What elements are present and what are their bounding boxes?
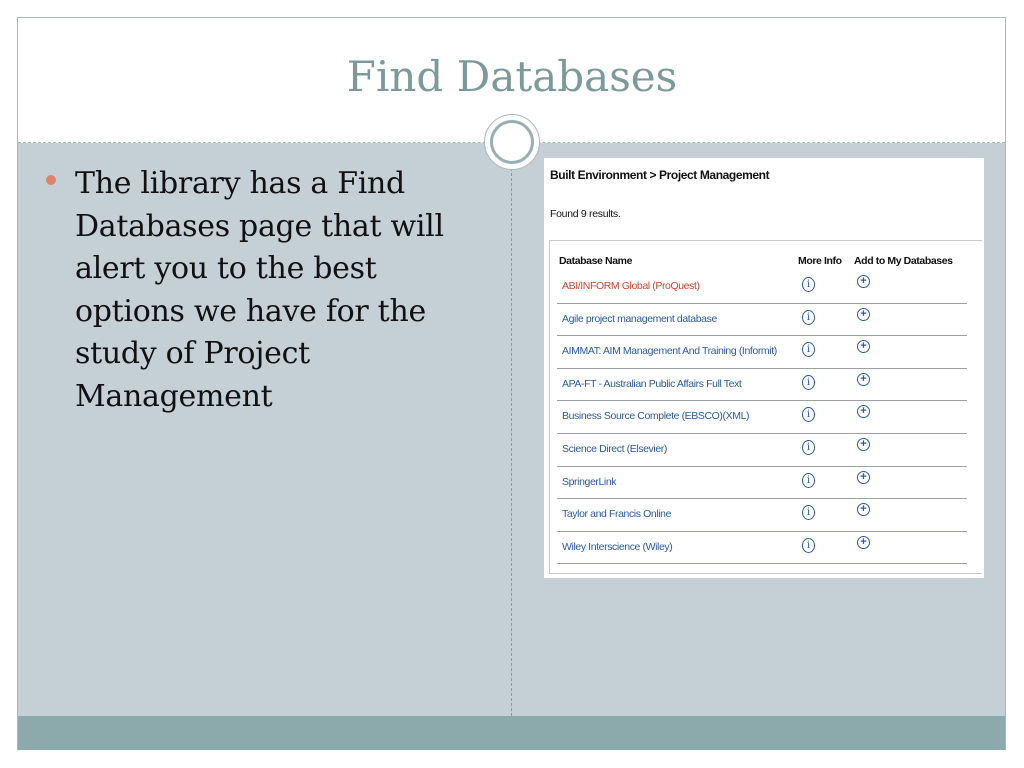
add-circle-icon[interactable]: + (857, 535, 870, 549)
database-link[interactable]: AIMMAT: AIM Management And Training (Inf… (562, 345, 777, 357)
table-row: AIMMAT: AIM Management And Training (Inf… (557, 335, 967, 369)
table-row: APA-FT - Australian Public Affairs Full … (557, 368, 967, 402)
database-link[interactable]: ABI/INFORM Global (ProQuest) (562, 280, 700, 292)
circle-ornament (484, 114, 540, 170)
add-circle-icon[interactable]: + (857, 340, 870, 354)
table-row: Wiley Interscience (Wiley) i + (557, 531, 967, 565)
footer-band (18, 716, 1005, 750)
database-link[interactable]: Science Direct (Elsevier) (562, 443, 667, 455)
add-circle-icon[interactable]: + (857, 438, 870, 451)
database-link[interactable]: SpringerLink (562, 476, 617, 488)
database-link[interactable]: Business Source Complete (EBSCO)(XML) (562, 410, 750, 422)
table-row: Business Source Complete (EBSCO)(XML) i + (557, 400, 967, 434)
info-icon[interactable]: i (802, 309, 815, 325)
info-icon[interactable]: i (802, 440, 815, 455)
database-link[interactable]: Taylor and Francis Online (562, 508, 671, 520)
add-circle-icon[interactable]: + (857, 405, 870, 419)
column-header-info: More Info (798, 255, 842, 267)
database-link[interactable]: APA-FT - Australian Public Affairs Full … (562, 378, 742, 390)
database-link[interactable]: Wiley Interscience (Wiley) (562, 541, 673, 553)
info-icon[interactable]: i (802, 472, 815, 488)
add-circle-icon[interactable]: + (857, 307, 870, 321)
bullet-dot-icon (46, 175, 56, 185)
column-header-add: Add to My Databases (854, 255, 953, 267)
info-icon[interactable]: i (802, 407, 815, 423)
add-circle-icon[interactable]: + (857, 275, 870, 288)
circle-ornament-inner (490, 120, 534, 164)
result-count: Found 9 results. (550, 208, 621, 220)
add-circle-icon[interactable]: + (857, 372, 870, 386)
bullet-text: The library has a Find Databases page th… (75, 166, 444, 414)
database-link[interactable]: Agile project management database (562, 313, 717, 325)
breadcrumb[interactable]: Built Environment > Project Management (550, 168, 770, 182)
info-icon[interactable]: i (802, 277, 815, 292)
table-row: Science Direct (Elsevier) i + (557, 433, 967, 467)
table-row: SpringerLink i + (557, 466, 967, 500)
table-row: Agile project management database i + (557, 303, 967, 337)
info-icon[interactable]: i (802, 505, 815, 521)
info-icon[interactable]: i (802, 342, 815, 358)
info-icon[interactable]: i (802, 374, 815, 390)
add-circle-icon[interactable]: + (857, 470, 870, 484)
database-screenshot: Built Environment > Project Management F… (544, 158, 984, 578)
table-row: Taylor and Francis Online i + (557, 498, 967, 532)
table-row: ABI/INFORM Global (ProQuest) i + (557, 270, 967, 304)
slide-title: Find Databases (346, 52, 678, 101)
column-divider (511, 143, 512, 716)
column-header-name: Database Name (559, 255, 633, 267)
add-circle-icon[interactable]: + (857, 503, 870, 517)
info-icon[interactable]: i (802, 537, 815, 553)
